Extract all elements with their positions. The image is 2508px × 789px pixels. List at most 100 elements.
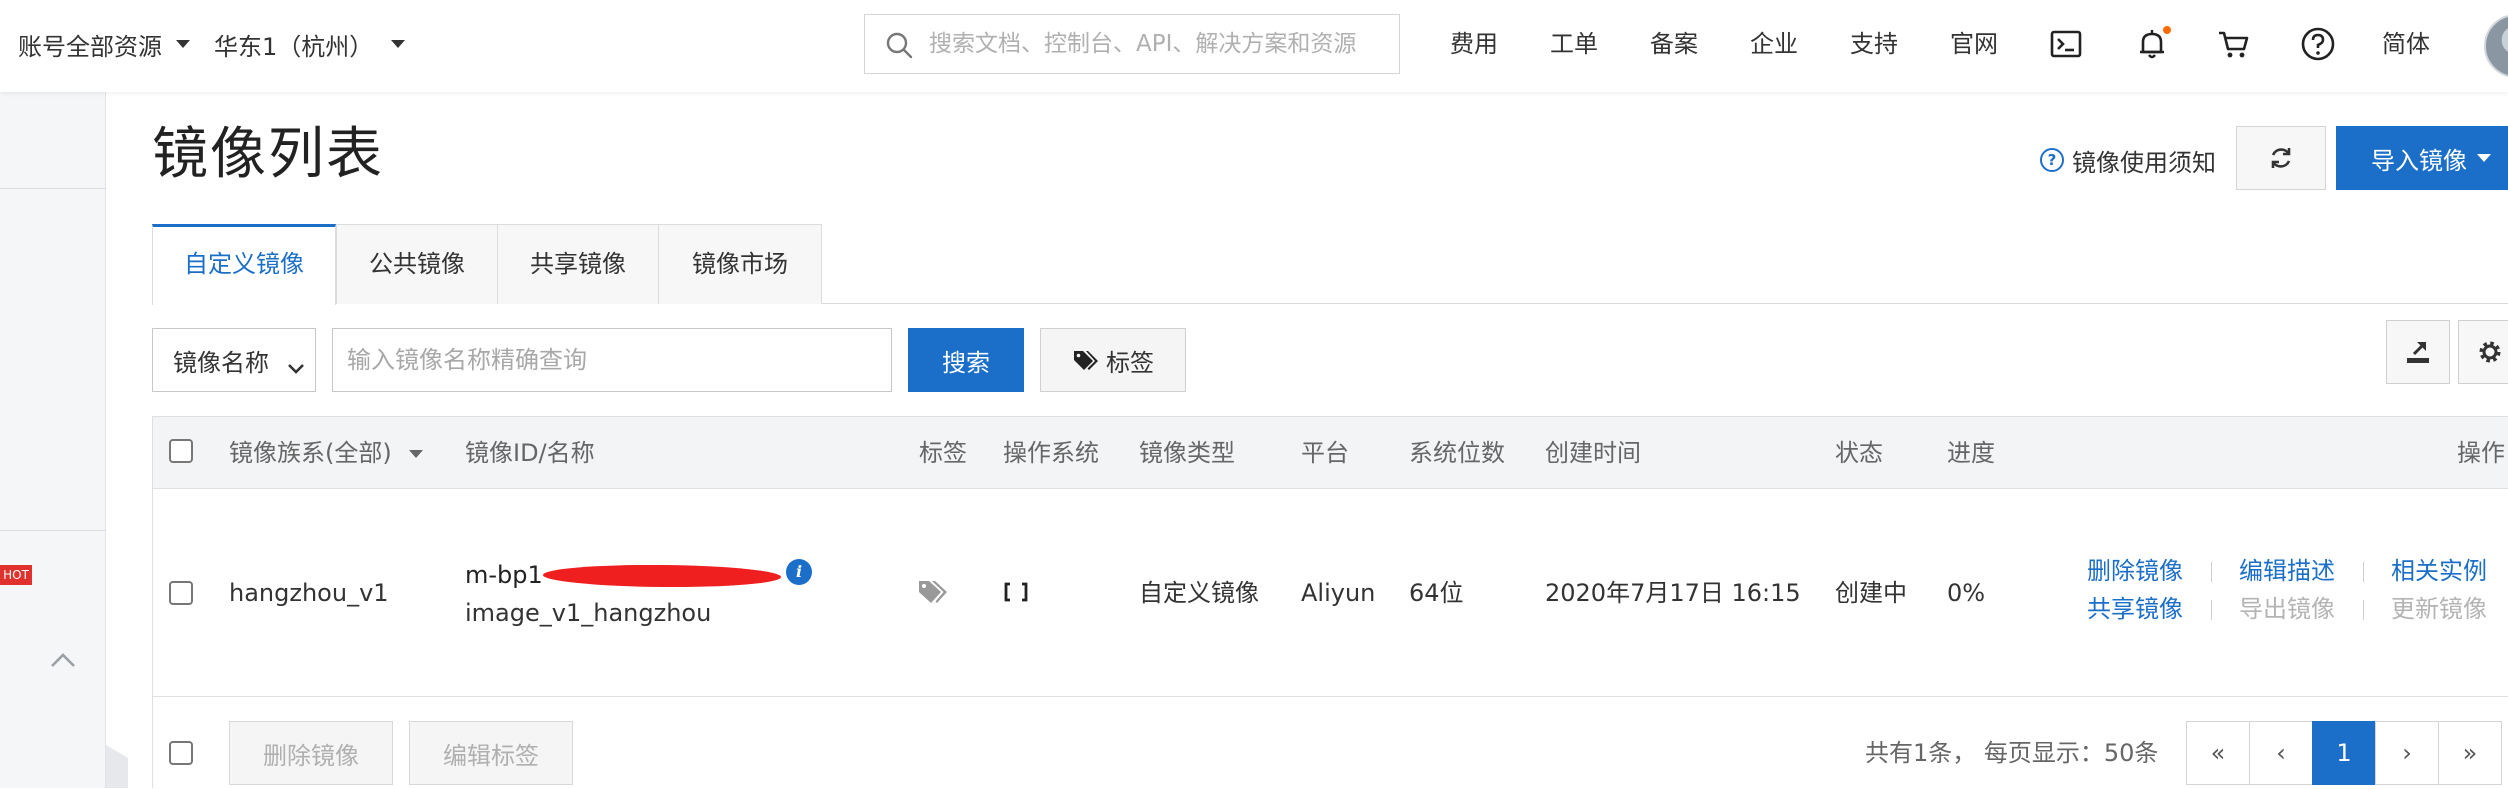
help-icon[interactable] (2300, 26, 2336, 62)
delete-image-link[interactable]: 删除镜像 (2087, 555, 2183, 587)
image-usage-notice-label: 镜像使用须知 (2072, 148, 2216, 177)
import-image-button[interactable]: 导入镜像 (2336, 126, 2508, 190)
global-search-input[interactable] (927, 23, 1387, 65)
os-icon (1003, 581, 1029, 607)
related-instances-link[interactable]: 相关实例 (2391, 555, 2487, 587)
import-image-label: 导入镜像 (2371, 146, 2467, 175)
search-icon (885, 31, 913, 59)
refresh-icon (2271, 148, 2291, 168)
bulk-delete-button[interactable]: 删除镜像 (229, 721, 393, 785)
tab-shared-images[interactable]: 共享镜像 (497, 224, 659, 304)
region-label: 华东1（杭州） (214, 32, 374, 61)
account-scope-label: 账号全部资源 (18, 32, 162, 61)
select-all-checkbox[interactable] (169, 439, 193, 463)
column-header-family[interactable]: 镜像族系(全部) (229, 417, 424, 489)
nav-billing[interactable]: 费用 (1450, 26, 1498, 62)
tab-custom-images[interactable]: 自定义镜像 (152, 224, 336, 305)
tag-filter-button[interactable]: 标签 (1040, 328, 1186, 392)
nav-tickets[interactable]: 工单 (1550, 26, 1598, 62)
bulk-edit-tags-button[interactable]: 编辑标签 (409, 721, 573, 785)
search-button[interactable]: 搜索 (908, 328, 1024, 392)
cell-image-id[interactable]: m-bp1 (465, 559, 543, 591)
cell-progress: 0% (1947, 579, 1986, 607)
sidebar-fold-handle[interactable] (106, 745, 128, 788)
language-switch[interactable]: 简体 (2382, 26, 2430, 62)
next-page-button[interactable]: › (2375, 721, 2439, 785)
tag-icon[interactable] (917, 577, 951, 609)
gear-icon (2479, 341, 2501, 363)
image-name-search-input[interactable] (332, 328, 892, 392)
footer-select-all-checkbox[interactable] (169, 741, 193, 765)
action-separator (2211, 600, 2212, 620)
column-header-os: 操作系统 (1003, 439, 1099, 467)
chevron-up-icon[interactable] (50, 652, 76, 668)
page-1-button[interactable]: 1 (2312, 721, 2376, 785)
account-scope-dropdown[interactable]: 账号全部资源 (18, 26, 190, 62)
refresh-button[interactable] (2236, 126, 2326, 190)
column-header-progress: 进度 (1947, 439, 1995, 467)
column-header-platform: 平台 (1301, 439, 1349, 467)
info-icon[interactable]: i (786, 559, 812, 585)
table-footer: 删除镜像 编辑标签 共有1条， 每页显示：50条 « ‹ 1 › » (153, 697, 2508, 789)
column-header-status: 状态 (1835, 439, 1883, 467)
action-separator (2363, 600, 2364, 620)
column-header-image-id: 镜像ID/名称 (465, 439, 595, 467)
export-list-button[interactable] (2386, 320, 2450, 384)
image-tabs: 自定义镜像 公共镜像 共享镜像 镜像市场 (152, 224, 2508, 305)
avatar[interactable] (2484, 14, 2508, 78)
action-separator (2211, 562, 2212, 582)
sidebar-divider (0, 530, 106, 531)
caret-down-icon (176, 40, 190, 48)
pagination-summary: 共有1条， 每页显示：50条 (1865, 739, 2159, 767)
filter-field-select[interactable]: 镜像名称 (152, 328, 316, 392)
row-checkbox[interactable] (169, 581, 193, 605)
caret-down-icon (391, 40, 406, 48)
region-dropdown[interactable]: 华东1（杭州） (214, 26, 406, 62)
share-image-link[interactable]: 共享镜像 (2087, 593, 2183, 625)
action-separator (2363, 562, 2364, 582)
global-search (864, 14, 1400, 74)
left-sidebar: HOT (0, 92, 106, 788)
table-header: 镜像族系(全部) 镜像ID/名称 标签 操作系统 镜像类型 平台 系统位数 创建… (153, 417, 2508, 489)
image-table: 镜像族系(全部) 镜像ID/名称 标签 操作系统 镜像类型 平台 系统位数 创建… (152, 416, 2508, 788)
column-header-bits: 系统位数 (1409, 439, 1505, 467)
cart-icon[interactable] (2216, 26, 2252, 62)
edit-description-link[interactable]: 编辑描述 (2239, 555, 2335, 587)
cell-image-name: image_v1_hangzhou (465, 599, 712, 627)
column-header-tags: 标签 (919, 439, 967, 467)
caret-down-icon (409, 450, 424, 458)
export-icon (2407, 342, 2429, 363)
tags-icon (1074, 351, 1098, 370)
terminal-icon[interactable] (2048, 26, 2084, 62)
cell-family: hangzhou_v1 (229, 579, 389, 607)
notification-dot (2163, 26, 2171, 34)
nav-enterprise[interactable]: 企业 (1750, 26, 1798, 62)
first-page-button[interactable]: « (2186, 721, 2250, 785)
tag-filter-label: 标签 (1106, 348, 1154, 377)
nav-official-site[interactable]: 官网 (1950, 26, 1998, 62)
cell-image-type: 自定义镜像 (1139, 579, 1259, 607)
redaction-mark (542, 563, 782, 589)
column-header-actions: 操作 (2457, 439, 2505, 467)
question-circle-icon: ? (2040, 148, 2064, 172)
table-settings-button[interactable] (2458, 320, 2508, 384)
chevron-down-icon (287, 353, 305, 374)
top-navigation-bar: 账号全部资源 华东1（杭州） 费用 工单 备案 企业 支持 官网 简体 (0, 0, 2508, 92)
nav-icp-filing[interactable]: 备案 (1650, 26, 1698, 62)
column-header-created: 创建时间 (1545, 439, 1641, 467)
update-image-link: 更新镜像 (2391, 595, 2487, 623)
cell-status: 创建中 (1835, 579, 1907, 607)
tab-image-market[interactable]: 镜像市场 (658, 224, 822, 304)
last-page-button[interactable]: » (2438, 721, 2502, 785)
tab-public-images[interactable]: 公共镜像 (336, 224, 498, 304)
nav-support[interactable]: 支持 (1850, 26, 1898, 62)
caret-down-icon (2477, 154, 2491, 162)
column-header-image-type: 镜像类型 (1139, 439, 1235, 467)
filter-field-value: 镜像名称 (173, 348, 269, 377)
page-title: 镜像列表 (152, 122, 384, 187)
image-usage-notice-link[interactable]: ? 镜像使用须知 (2040, 142, 2216, 178)
column-header-family-label: 镜像族系(全部) (229, 439, 392, 467)
hot-badge: HOT (0, 565, 32, 585)
cell-bits: 64位 (1409, 579, 1464, 607)
prev-page-button[interactable]: ‹ (2249, 721, 2313, 785)
